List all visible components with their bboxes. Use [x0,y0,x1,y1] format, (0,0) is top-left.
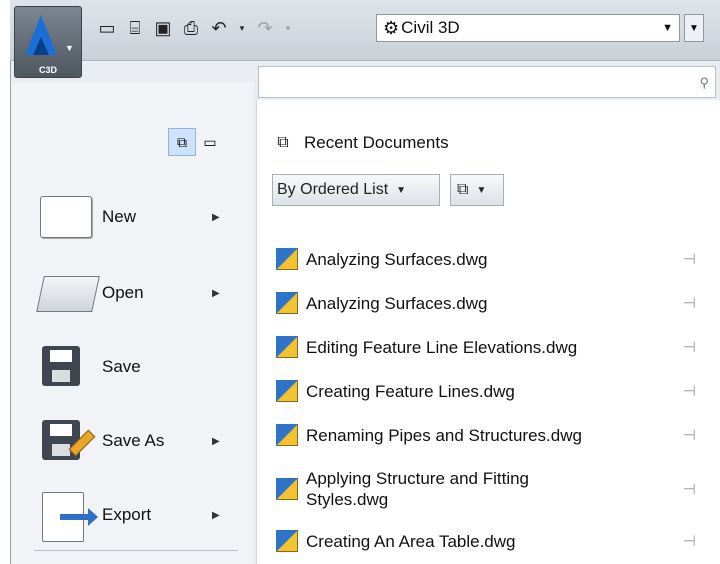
menu-item-label: Save As [102,431,165,450]
list-item[interactable]: Creating An Area Table.dwg ⊣ [276,530,696,552]
new-document-icon [38,194,94,240]
quick-access-toolbar: ▭ ⌸ ▣ ⎙ ↶ ▾ ↷ ▾ [96,14,300,42]
dwg-file-icon [276,530,298,552]
open-documents-icon[interactable]: ▭ [196,128,224,156]
application-button[interactable]: ▼ C3D [14,6,82,78]
workspace-dropdown[interactable]: ⚙ Civil 3D ▼ [376,14,680,42]
save-as-icon [38,418,96,464]
dwg-file-icon [276,478,298,500]
chevron-right-icon: ▶ [212,211,220,223]
chevron-right-icon: ▶ [212,287,220,299]
app-logo-label: C3D [38,65,57,75]
search-icon: ⚲ [699,75,709,90]
menu-item-export[interactable]: Export ▶ [38,492,220,542]
redo-dropdown-icon[interactable]: ▾ [282,17,294,39]
sort-dropdown[interactable]: By Ordered List ▼ [272,174,440,206]
new-icon[interactable]: ▭ [96,17,118,39]
undo-icon[interactable]: ↶ [208,17,230,39]
menu-divider [34,550,238,551]
list-item[interactable]: Renaming Pipes and Structures.dwg ⊣ [276,424,696,446]
chevron-down-icon: ▼ [65,43,74,53]
list-item[interactable]: Analyzing Surfaces.dwg ⊣ [276,248,696,270]
document-name: Editing Feature Line Elevations.dwg [306,337,578,357]
menu-item-label: Save [102,357,141,376]
workspace-label: Civil 3D [401,18,460,37]
recent-documents-title: Recent Documents [304,133,449,152]
document-name: Renaming Pipes and Structures.dwg [306,425,582,445]
export-icon [38,492,98,542]
menu-item-label: Export [102,505,152,524]
recent-documents-icon[interactable]: ⧉ [168,128,196,156]
save-icon[interactable]: ▣ [152,17,174,39]
chevron-down-icon: ▼ [396,184,407,196]
list-item[interactable]: Creating Feature Lines.dwg ⊣ [276,380,696,402]
document-name: Creating Feature Lines.dwg [306,381,515,401]
customize-toolbar-button[interactable]: ▼ [684,14,704,42]
view-toggle: ⧉ ▭ [168,128,224,156]
dwg-file-icon [276,292,298,314]
menu-item-save[interactable]: Save [38,344,212,390]
menu-item-label: New [102,207,137,226]
recent-documents-header: ⧉ Recent Documents [272,132,449,154]
pin-icon[interactable]: ⊣ [683,338,696,356]
document-name: Analyzing Surfaces.dwg [306,249,488,269]
list-item[interactable]: Applying Structure and Fitting Styles.dw… [276,468,696,510]
chevron-right-icon: ▶ [212,509,220,521]
pin-icon[interactable]: ⊣ [683,294,696,312]
display-mode-dropdown[interactable]: ⧉ ▼ [450,174,504,206]
icon-size-icon: ⧉ [457,181,469,198]
open-icon[interactable]: ⌸ [124,17,146,39]
print-icon[interactable]: ⎙ [180,17,202,39]
document-name: Analyzing Surfaces.dwg [306,293,488,313]
chevron-down-icon: ▼ [476,184,487,196]
list-item[interactable]: Editing Feature Line Elevations.dwg ⊣ [276,336,696,358]
menu-item-open[interactable]: Open ▶ [36,270,220,316]
pin-icon[interactable]: ⊣ [683,250,696,268]
document-name: Creating An Area Table.dwg [306,531,516,551]
pin-icon[interactable]: ⊣ [683,426,696,444]
document-name: Applying Structure and Fitting Styles.dw… [306,469,530,509]
pin-icon[interactable]: ⊣ [683,382,696,400]
save-icon [38,344,94,390]
search-input[interactable]: ⚲ [258,66,716,98]
chevron-right-icon: ▶ [212,435,220,447]
recent-documents-icon: ⧉ [277,134,289,151]
dwg-file-icon [276,424,298,446]
undo-dropdown-icon[interactable]: ▾ [236,17,248,39]
list-item[interactable]: Analyzing Surfaces.dwg ⊣ [276,292,696,314]
redo-icon[interactable]: ↷ [254,17,276,39]
pin-icon[interactable]: ⊣ [683,532,696,550]
menu-item-save-as[interactable]: Save As ▶ [38,418,220,464]
pin-icon[interactable]: ⊣ [683,480,696,498]
dwg-file-icon [276,380,298,402]
dwg-file-icon [276,248,298,270]
gear-icon: ⚙ [383,17,400,38]
menu-item-new[interactable]: New ▶ [38,194,220,240]
menu-item-label: Open [102,283,144,302]
folder-icon [36,270,100,316]
chevron-down-icon: ▼ [662,22,673,34]
sort-label: By Ordered List [277,181,389,198]
dwg-file-icon [276,336,298,358]
